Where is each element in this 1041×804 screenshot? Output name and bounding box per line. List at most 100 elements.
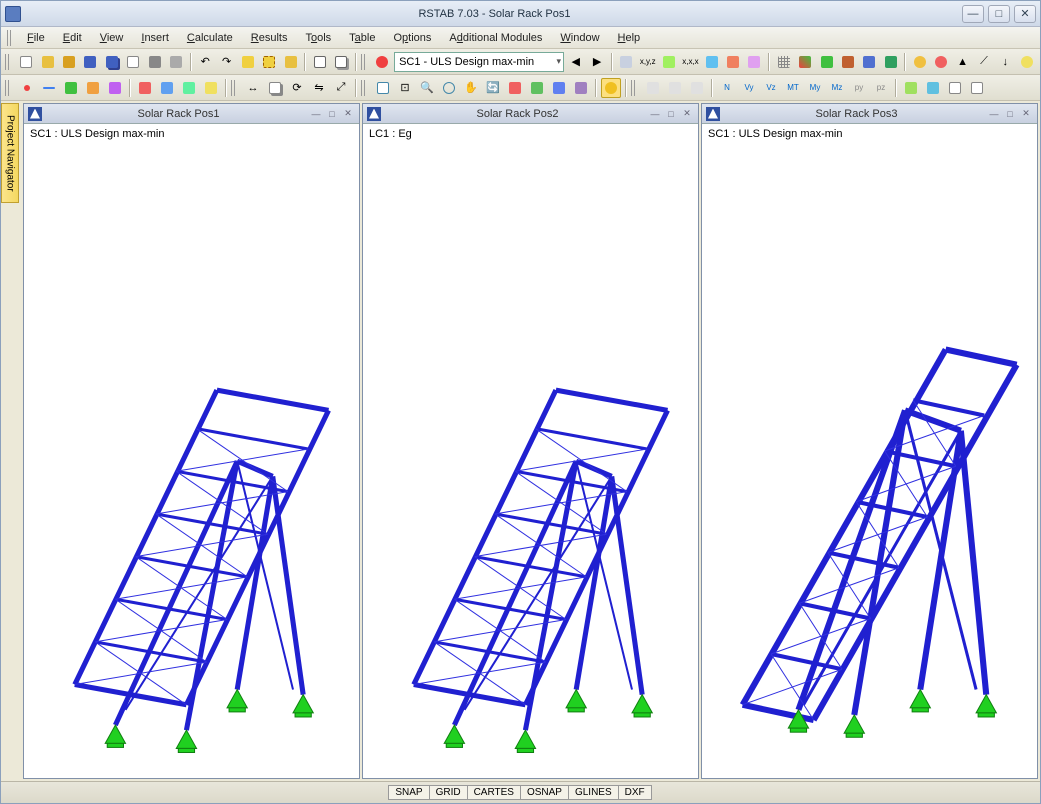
- force-vz-button[interactable]: Vz: [761, 78, 781, 98]
- result-diag-button[interactable]: [723, 52, 742, 72]
- menu-additional-modules[interactable]: Additional Modules: [441, 30, 550, 46]
- result-table-button[interactable]: [745, 52, 764, 72]
- loadcases-button[interactable]: [310, 52, 329, 72]
- force-button[interactable]: [135, 78, 155, 98]
- lineload-button[interactable]: [179, 78, 199, 98]
- toolbar-grip-2[interactable]: [361, 54, 367, 70]
- print-preview-button[interactable]: [166, 52, 185, 72]
- minimize-button[interactable]: —: [962, 5, 984, 23]
- view-canvas-2[interactable]: LC1 : Eg: [363, 124, 698, 778]
- cube-view-button[interactable]: [838, 52, 857, 72]
- view-maximize-3[interactable]: □: [1003, 107, 1017, 121]
- zoom-in-button[interactable]: 🔍: [417, 78, 437, 98]
- supports-button[interactable]: ▲: [953, 52, 972, 72]
- loadcase-dropdown[interactable]: SC1 - ULS Design max-min: [394, 52, 564, 72]
- toolbar-grip-5[interactable]: [361, 80, 367, 96]
- areaload-button[interactable]: [201, 78, 221, 98]
- status-snap[interactable]: SNAP: [388, 785, 429, 800]
- view-close-3[interactable]: ✕: [1019, 107, 1033, 121]
- move-button[interactable]: ↔: [243, 78, 263, 98]
- model-type-button[interactable]: [817, 52, 836, 72]
- undo-button[interactable]: ↶: [196, 52, 215, 72]
- toolbar-grip-6[interactable]: [631, 80, 637, 96]
- view-maximize-1[interactable]: □: [325, 107, 339, 121]
- list-button[interactable]: [967, 78, 987, 98]
- view-close-2[interactable]: ✕: [680, 107, 694, 121]
- view-canvas-3[interactable]: SC1 : ULS Design max-min: [702, 124, 1037, 778]
- close-button[interactable]: ✕: [1014, 5, 1036, 23]
- project-navigator-tab[interactable]: Project Navigator: [1, 103, 19, 203]
- open-button[interactable]: [38, 52, 57, 72]
- loads-button[interactable]: ↓: [996, 52, 1015, 72]
- copy-button[interactable]: [265, 78, 285, 98]
- menu-calculate[interactable]: Calculate: [179, 30, 241, 46]
- member-button[interactable]: [39, 78, 59, 98]
- zoom-window-button[interactable]: [373, 78, 393, 98]
- moment-my-button[interactable]: My: [805, 78, 825, 98]
- menu-file[interactable]: File: [19, 30, 53, 46]
- grid-button[interactable]: [774, 52, 793, 72]
- menu-edit[interactable]: Edit: [55, 30, 90, 46]
- moment-button[interactable]: [157, 78, 177, 98]
- calc-all-button[interactable]: [932, 52, 951, 72]
- support-button[interactable]: [61, 78, 81, 98]
- menu-tools[interactable]: Tools: [297, 30, 339, 46]
- zoom-out-button[interactable]: [439, 78, 459, 98]
- save-button[interactable]: [81, 52, 100, 72]
- menu-table[interactable]: Table: [341, 30, 383, 46]
- status-cartes[interactable]: CARTES: [467, 785, 521, 800]
- node-button[interactable]: [17, 78, 37, 98]
- view-close-1[interactable]: ✕: [341, 107, 355, 121]
- calculate-button[interactable]: [373, 52, 392, 72]
- status-dxf[interactable]: DXF: [618, 785, 652, 800]
- axes-button[interactable]: [796, 52, 815, 72]
- view-minimize-3[interactable]: —: [987, 107, 1001, 121]
- view-y-button[interactable]: [527, 78, 547, 98]
- open-multi-button[interactable]: [59, 52, 78, 72]
- toolbar-grip-3[interactable]: [5, 80, 11, 96]
- force-vy-button[interactable]: Vy: [739, 78, 759, 98]
- section-button[interactable]: [860, 52, 879, 72]
- redo-button[interactable]: ↷: [217, 52, 236, 72]
- view-canvas-1[interactable]: SC1 : ULS Design max-min: [24, 124, 359, 778]
- release-button[interactable]: [105, 78, 125, 98]
- style-2-button[interactable]: [923, 78, 943, 98]
- view-minimize-2[interactable]: —: [648, 107, 662, 121]
- result-img-button[interactable]: [617, 52, 636, 72]
- filter-1-button[interactable]: [643, 78, 663, 98]
- result-xxx-button[interactable]: x,x,x: [681, 52, 700, 72]
- menu-options[interactable]: Options: [385, 30, 439, 46]
- force-py-button[interactable]: py: [849, 78, 869, 98]
- menu-view[interactable]: View: [92, 30, 132, 46]
- force-pz-button[interactable]: pz: [871, 78, 891, 98]
- toolbar-grip-1[interactable]: [5, 54, 11, 70]
- highlight-button[interactable]: [601, 78, 621, 98]
- hinge-button[interactable]: [83, 78, 103, 98]
- rotate-view-button[interactable]: 🔄: [483, 78, 503, 98]
- table-button[interactable]: [945, 78, 965, 98]
- maximize-button[interactable]: □: [988, 5, 1010, 23]
- menu-grip[interactable]: [7, 30, 13, 46]
- status-osnap[interactable]: OSNAP: [520, 785, 569, 800]
- menu-window[interactable]: Window: [552, 30, 607, 46]
- style-1-button[interactable]: [901, 78, 921, 98]
- loadcombos-button[interactable]: [332, 52, 351, 72]
- view-z-button[interactable]: [549, 78, 569, 98]
- filter-2-button[interactable]: [665, 78, 685, 98]
- select-window-button[interactable]: [260, 52, 279, 72]
- rotate-button[interactable]: ⟳: [287, 78, 307, 98]
- result-xyz-button[interactable]: x,y,z: [638, 52, 657, 72]
- view-x-button[interactable]: [505, 78, 525, 98]
- view-iso-button[interactable]: [571, 78, 591, 98]
- filter-3-button[interactable]: [687, 78, 707, 98]
- view-minimize-1[interactable]: —: [309, 107, 323, 121]
- next-lc-button[interactable]: ▶: [587, 52, 606, 72]
- save-all-button[interactable]: [102, 52, 121, 72]
- menu-results[interactable]: Results: [243, 30, 296, 46]
- new-button[interactable]: [17, 52, 36, 72]
- menu-insert[interactable]: Insert: [133, 30, 177, 46]
- status-glines[interactable]: GLINES: [568, 785, 619, 800]
- pan-button[interactable]: ✋: [461, 78, 481, 98]
- scale-button[interactable]: ⤢: [331, 78, 351, 98]
- print-button[interactable]: [145, 52, 164, 72]
